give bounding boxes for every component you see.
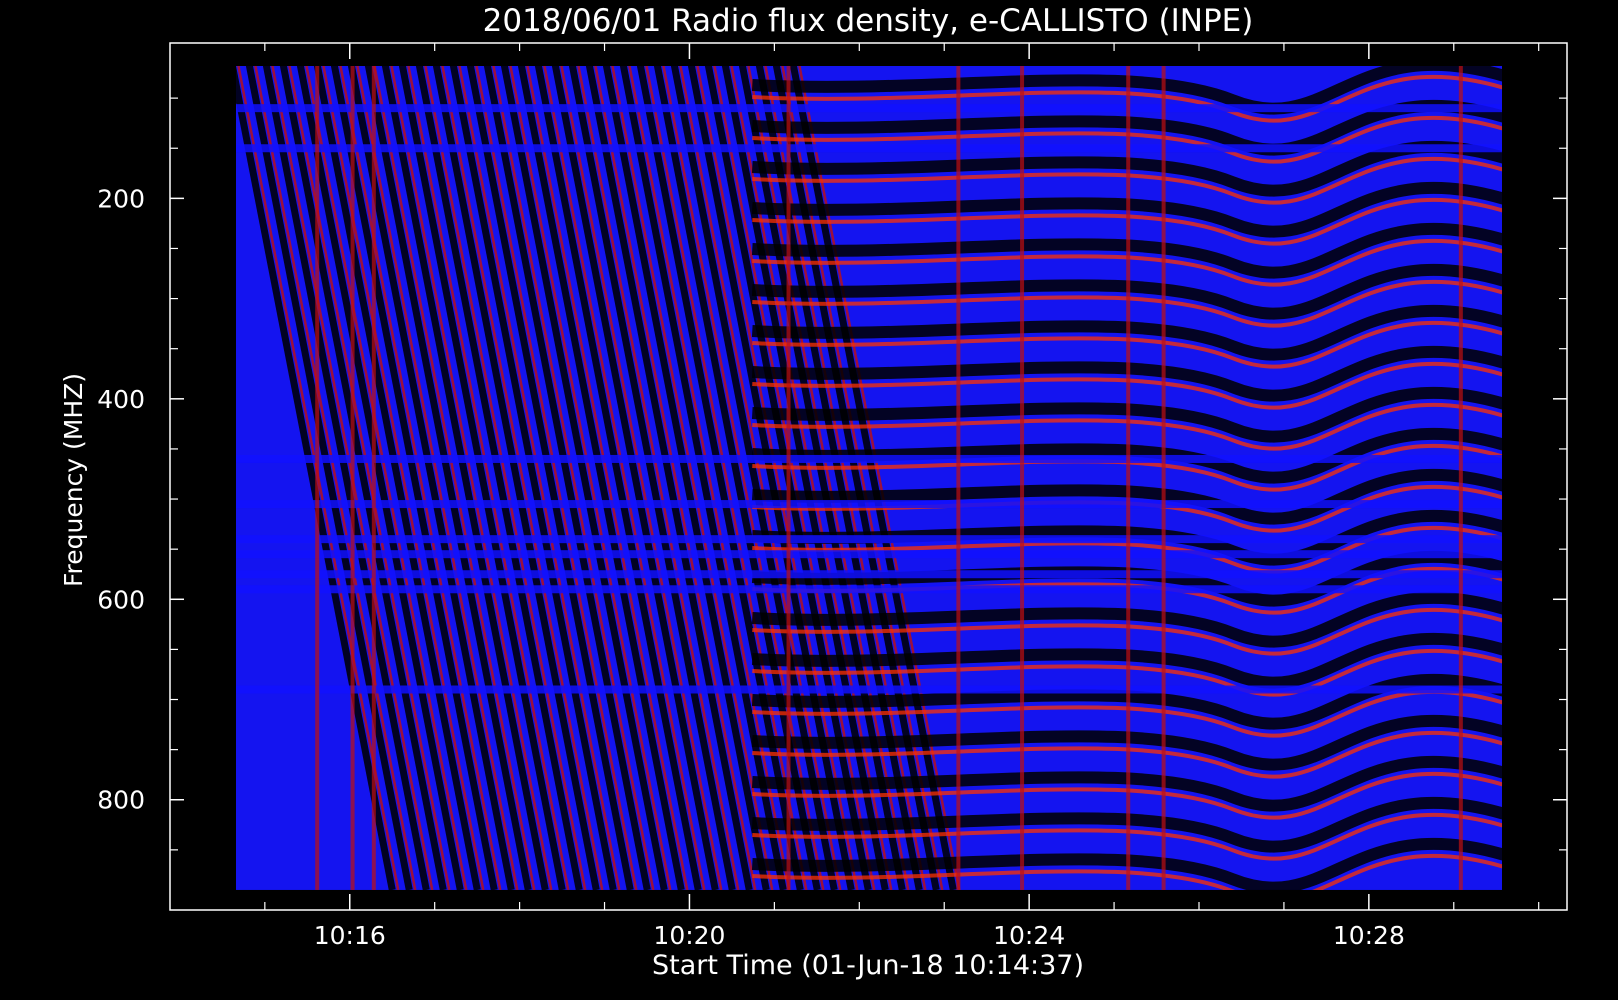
spectrogram-image bbox=[236, 66, 1502, 890]
x-tick-label: 10:16 bbox=[314, 921, 386, 950]
x-tick-label: 10:28 bbox=[1333, 921, 1405, 950]
rfi-line bbox=[236, 104, 1502, 113]
y-tick-label: 600 bbox=[97, 585, 145, 614]
rfi-line bbox=[236, 535, 1502, 544]
y-tick-label: 400 bbox=[97, 385, 145, 414]
burst-streak bbox=[1458, 66, 1463, 890]
burst-streak bbox=[1020, 66, 1025, 890]
rfi-line bbox=[236, 500, 1502, 509]
rfi-line bbox=[236, 550, 1502, 559]
x-axis-label: Start Time (01-Jun-18 10:14:37) bbox=[652, 950, 1084, 981]
burst-streak bbox=[956, 66, 961, 890]
x-tick-label: 10:24 bbox=[993, 921, 1065, 950]
burst-streak bbox=[350, 66, 355, 890]
spectrogram-chart: 2018/06/01 Radio flux density, e-CALLIST… bbox=[59, 3, 1568, 981]
rfi-line bbox=[236, 585, 1502, 594]
burst-streak bbox=[371, 66, 376, 890]
x-tick-label: 10:20 bbox=[653, 921, 725, 950]
rfi-line bbox=[236, 144, 1502, 153]
burst-streak bbox=[786, 66, 791, 890]
rfi-line bbox=[236, 570, 1502, 579]
y-tick-label: 200 bbox=[97, 184, 145, 213]
rfi-line bbox=[236, 454, 1502, 463]
chart-title: 2018/06/01 Radio flux density, e-CALLIST… bbox=[483, 3, 1254, 39]
burst-streak bbox=[1161, 66, 1166, 890]
y-tick-label: 800 bbox=[97, 786, 145, 815]
burst-streak bbox=[315, 66, 320, 890]
rfi-line bbox=[236, 685, 1502, 694]
y-axis-label: Frequency (MHZ) bbox=[59, 373, 88, 587]
burst-streak bbox=[1126, 66, 1131, 890]
